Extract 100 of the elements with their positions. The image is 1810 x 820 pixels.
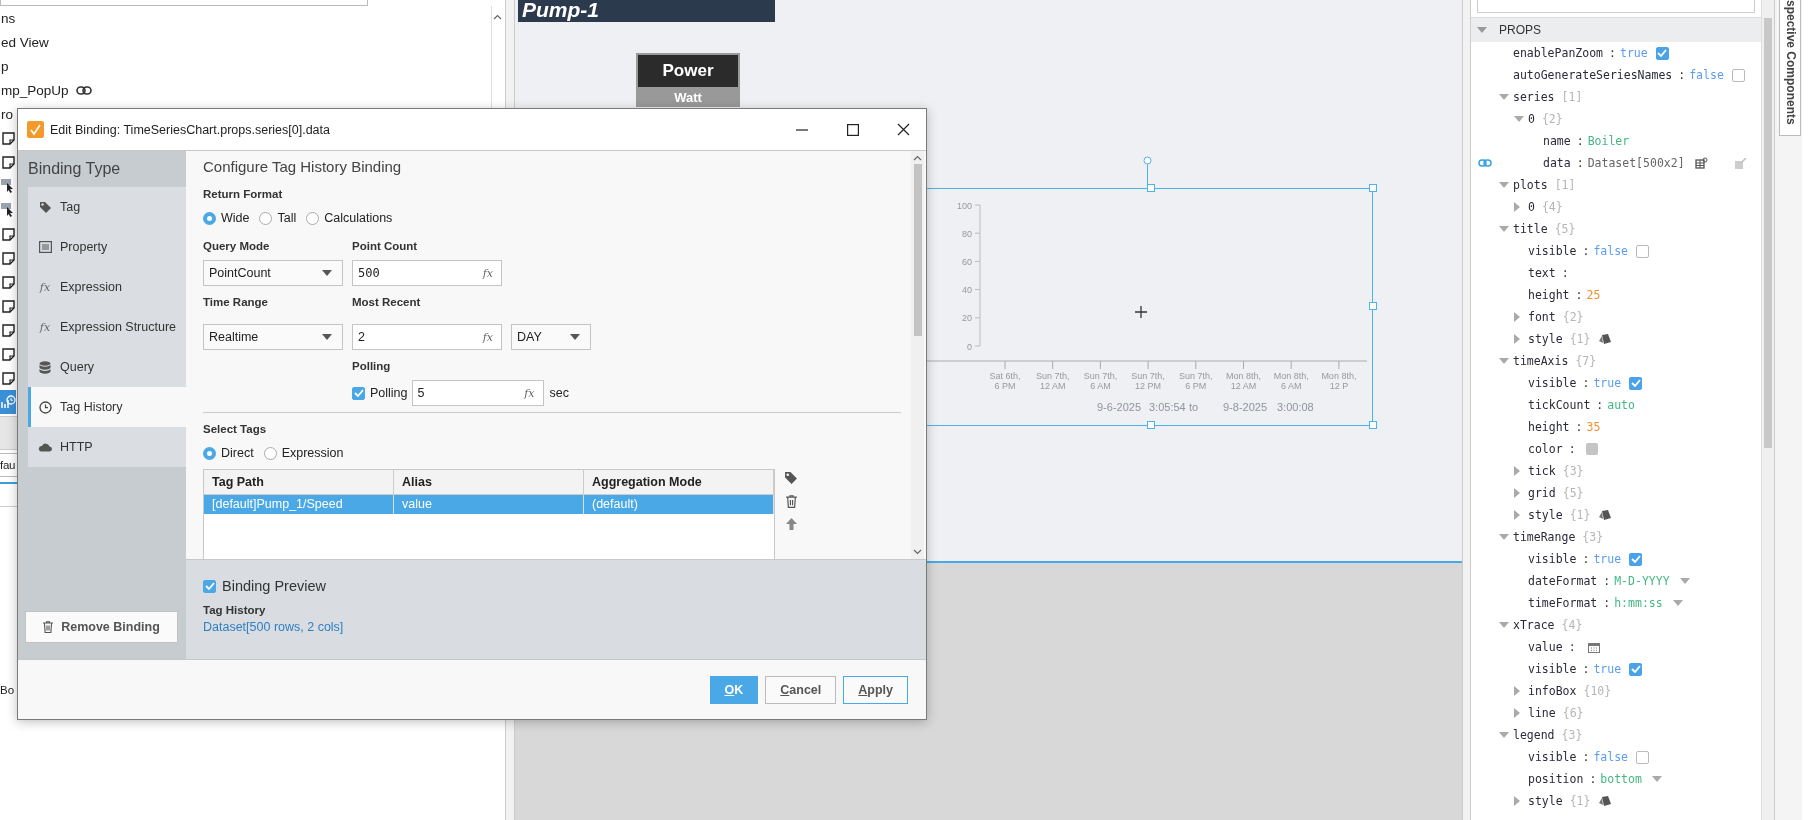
property-key[interactable]: enablePanZoom bbox=[1513, 46, 1603, 60]
collapse-arrow-icon[interactable] bbox=[1499, 94, 1509, 100]
radio-indicator[interactable] bbox=[263, 446, 277, 460]
color-swatch[interactable] bbox=[1585, 443, 1598, 455]
style-icon[interactable] bbox=[1598, 509, 1613, 521]
expand-arrow-icon[interactable] bbox=[1514, 202, 1520, 212]
expand-arrow-icon[interactable] bbox=[1514, 334, 1520, 344]
collapse-arrow-icon[interactable] bbox=[1499, 732, 1509, 738]
dropdown[interactable]: Realtime bbox=[203, 324, 343, 350]
expand-arrow-icon[interactable] bbox=[1514, 708, 1520, 718]
collapse-arrow-icon[interactable] bbox=[1499, 358, 1509, 364]
property-key[interactable]: visible bbox=[1528, 244, 1577, 258]
collapse-arrow-icon[interactable] bbox=[1499, 622, 1509, 628]
resize-handle[interactable] bbox=[1369, 421, 1377, 429]
checkbox[interactable] bbox=[1655, 46, 1669, 60]
property-key[interactable]: height bbox=[1528, 288, 1570, 302]
property-key[interactable]: position bbox=[1528, 772, 1584, 786]
trash-icon[interactable] bbox=[785, 495, 797, 508]
property-key[interactable]: timeRange bbox=[1513, 530, 1576, 544]
dropdown[interactable]: PointCount bbox=[203, 260, 343, 286]
binding-type-item[interactable]: Property bbox=[28, 227, 186, 267]
edit-icon[interactable] bbox=[1735, 157, 1747, 169]
property-key[interactable]: plots bbox=[1513, 178, 1548, 192]
property-key[interactable]: style bbox=[1528, 332, 1563, 346]
property-key[interactable]: infoBox bbox=[1528, 684, 1577, 698]
caret-icon[interactable] bbox=[1672, 600, 1683, 606]
table-icon[interactable] bbox=[1694, 157, 1708, 169]
property-key[interactable]: value bbox=[1528, 640, 1563, 654]
radio-indicator[interactable] bbox=[203, 211, 216, 225]
binding-type-item[interactable]: HTTP bbox=[28, 427, 186, 467]
side-tab[interactable]: spective Components bbox=[1779, 0, 1801, 136]
checkbox[interactable]: Binding Preview bbox=[203, 578, 909, 594]
radio-indicator[interactable] bbox=[306, 211, 320, 225]
style-icon[interactable] bbox=[1598, 333, 1613, 345]
scrollbar-thumb[interactable] bbox=[913, 164, 922, 336]
radio-button[interactable]: Calculations bbox=[306, 211, 393, 225]
binding-type-item[interactable]: Tag History bbox=[28, 387, 186, 427]
property-key[interactable]: style bbox=[1528, 508, 1563, 522]
binding-type-item[interactable]: fx Expression bbox=[28, 267, 186, 307]
checkbox[interactable] bbox=[1629, 376, 1643, 390]
checkbox[interactable] bbox=[1731, 68, 1745, 82]
scrollbar[interactable] bbox=[1761, 0, 1774, 820]
checkbox-indicator[interactable] bbox=[203, 579, 216, 593]
collapse-arrow-icon[interactable] bbox=[1477, 27, 1487, 33]
scroll-up-icon[interactable] bbox=[492, 14, 502, 20]
property-key[interactable]: tick bbox=[1528, 464, 1556, 478]
property-key[interactable]: timeAxis bbox=[1513, 354, 1569, 368]
section-header[interactable]: PROPS bbox=[1471, 17, 1761, 42]
property-key[interactable]: 0 bbox=[1528, 200, 1535, 214]
property-key[interactable]: autoGenerateSeriesNames bbox=[1513, 68, 1673, 82]
link-icon[interactable] bbox=[1478, 159, 1492, 167]
scroll-up-icon[interactable] bbox=[913, 155, 922, 161]
checkbox[interactable]: Polling bbox=[352, 386, 408, 400]
property-key[interactable]: title bbox=[1513, 222, 1548, 236]
property-key[interactable]: line bbox=[1528, 706, 1556, 720]
checkbox[interactable] bbox=[1629, 662, 1643, 676]
dialog-button[interactable]: Apply bbox=[843, 675, 908, 704]
collapse-arrow-icon[interactable] bbox=[1514, 116, 1524, 122]
resize-handle[interactable] bbox=[1147, 421, 1155, 429]
radio-button[interactable]: Direct bbox=[203, 446, 254, 460]
expand-arrow-icon[interactable] bbox=[1514, 796, 1520, 806]
property-key[interactable]: data bbox=[1543, 156, 1571, 170]
text-field[interactable] bbox=[1477, 0, 1755, 13]
property-key[interactable]: grid bbox=[1528, 486, 1556, 500]
tree-item[interactable]: Bo bbox=[0, 684, 15, 696]
property-key[interactable]: font bbox=[1528, 310, 1556, 324]
binding-type-item[interactable]: Tag bbox=[28, 187, 186, 227]
tree-item[interactable]: ro bbox=[1, 106, 13, 122]
binding-type-item[interactable]: fx Expression Structure bbox=[28, 307, 186, 347]
scrollbar-thumb[interactable] bbox=[1764, 18, 1772, 448]
expand-arrow-icon[interactable] bbox=[1514, 488, 1520, 498]
property-key[interactable]: name bbox=[1543, 134, 1571, 148]
text-field[interactable] bbox=[0, 0, 368, 6]
splitter[interactable] bbox=[1462, 0, 1470, 820]
column-header[interactable]: Alias bbox=[394, 470, 584, 495]
calendar-icon[interactable] bbox=[1587, 641, 1600, 653]
checkbox[interactable] bbox=[1636, 244, 1650, 258]
checkbox[interactable] bbox=[1629, 552, 1643, 566]
property-key[interactable]: series bbox=[1513, 90, 1555, 104]
radio-button[interactable]: Wide bbox=[203, 211, 250, 225]
property-key[interactable]: xTrace bbox=[1513, 618, 1555, 632]
remove-binding-button[interactable]: Remove Binding bbox=[25, 611, 178, 643]
property-value[interactable]: Dataset[500x2] bbox=[1587, 156, 1685, 170]
function-icon[interactable]: fx bbox=[524, 386, 535, 400]
property-key[interactable]: visible bbox=[1528, 662, 1577, 676]
checkbox[interactable] bbox=[1636, 750, 1650, 764]
input-field[interactable]: 2 fx bbox=[352, 324, 502, 350]
property-key[interactable]: tickCount bbox=[1528, 398, 1591, 412]
property-key[interactable]: visible bbox=[1528, 552, 1577, 566]
property-key[interactable]: visible bbox=[1528, 376, 1577, 390]
caret-icon[interactable] bbox=[1679, 578, 1690, 584]
property-key[interactable]: 0 bbox=[1528, 112, 1535, 126]
property-key[interactable]: text bbox=[1528, 266, 1556, 280]
property-key[interactable]: legend bbox=[1513, 728, 1555, 742]
expand-arrow-icon[interactable] bbox=[1514, 312, 1520, 322]
function-icon[interactable]: fx bbox=[482, 330, 493, 344]
radio-button[interactable]: Expression bbox=[263, 446, 344, 460]
tree-item[interactable]: p bbox=[1, 58, 9, 74]
tree-item[interactable]: ed View bbox=[1, 34, 49, 50]
radio-indicator[interactable] bbox=[259, 211, 273, 225]
